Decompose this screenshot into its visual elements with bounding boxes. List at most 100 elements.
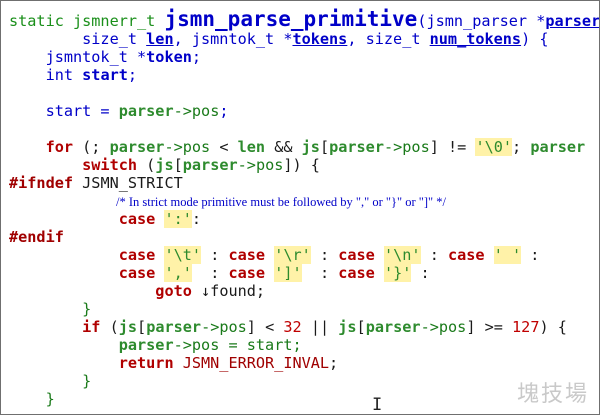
token: pos bbox=[438, 318, 467, 336]
code-line-13: #endif bbox=[9, 228, 64, 246]
token: [ bbox=[356, 318, 366, 336]
token: -> bbox=[383, 138, 403, 156]
token: pos bbox=[402, 138, 430, 156]
token: pos bbox=[191, 102, 220, 120]
token: static jsmnerr_t bbox=[9, 12, 156, 30]
token: js bbox=[338, 318, 357, 336]
param: len bbox=[146, 30, 174, 48]
token: pos bbox=[219, 318, 247, 336]
code-line-19: parser->pos = start; bbox=[9, 336, 302, 354]
token: parser bbox=[146, 318, 202, 336]
preprocessor: #ifndef bbox=[9, 174, 74, 192]
code-line-20: return JSMN_ERROR_INVAL; bbox=[9, 354, 338, 372]
string-literal: '\r' bbox=[274, 246, 311, 264]
comment: /* In strict mode primitive must be foll… bbox=[116, 195, 446, 209]
keyword: case bbox=[228, 264, 266, 282]
token: start bbox=[82, 66, 128, 84]
token: pos bbox=[182, 138, 211, 156]
keyword: switch bbox=[9, 156, 138, 174]
token: } bbox=[9, 300, 92, 318]
token: len bbox=[237, 138, 266, 156]
string-literal: '\0' bbox=[475, 138, 513, 156]
function-name: jsmn_parse_primitive bbox=[164, 7, 418, 31]
code-line-11: /* In strict mode primitive must be foll… bbox=[116, 193, 446, 209]
token: -> bbox=[173, 336, 192, 354]
token: parser bbox=[530, 138, 586, 156]
code-line-8: for (; parser->pos < len && js[parser->p… bbox=[9, 138, 585, 156]
code-line-16: goto ↓found; bbox=[9, 282, 265, 300]
token: ] < bbox=[246, 318, 284, 336]
code-line-3: jsmntok_t *token; bbox=[9, 48, 201, 66]
param: tokens bbox=[292, 30, 348, 48]
string-literal: '}' bbox=[383, 264, 412, 282]
token: : bbox=[201, 246, 229, 264]
code-line-4: int start; bbox=[9, 66, 137, 84]
token: , size_t bbox=[347, 30, 430, 48]
string-literal: ',' bbox=[164, 264, 192, 282]
token: [ bbox=[137, 318, 147, 336]
token: : bbox=[420, 246, 448, 264]
token: js bbox=[155, 156, 174, 174]
token: ; bbox=[512, 138, 531, 156]
keyword: case bbox=[447, 246, 485, 264]
token: ; bbox=[219, 102, 229, 120]
keyword: case bbox=[338, 246, 375, 264]
code-line-15: case ',' : case ']' : case '}' : bbox=[9, 264, 430, 282]
code-viewer: static jsmnerr_t jsmn_parse_primitive(js… bbox=[0, 0, 600, 415]
token: parser bbox=[118, 336, 174, 354]
code-line-18: if (js[parser->pos] < 32 || js[parser->p… bbox=[9, 318, 567, 336]
keyword: return bbox=[9, 354, 174, 372]
token: = start; bbox=[219, 336, 302, 354]
code-line-2: size_t len, jsmntok_t *tokens, size_t nu… bbox=[9, 30, 549, 48]
token: : bbox=[310, 246, 339, 264]
token: } bbox=[9, 390, 55, 408]
watermark-logo: 塊技場 bbox=[516, 382, 589, 407]
token: } bbox=[9, 372, 92, 390]
param: num_tokens bbox=[429, 30, 522, 48]
keyword: case bbox=[338, 264, 375, 282]
token: ( bbox=[137, 156, 156, 174]
token: ) { bbox=[521, 30, 549, 48]
code-line-22: } bbox=[9, 390, 55, 408]
string-literal: '\n' bbox=[383, 246, 421, 264]
text-cursor-icon: I bbox=[372, 395, 383, 415]
token: js bbox=[118, 318, 138, 336]
jump-arrow-icon: ↓ bbox=[191, 282, 211, 300]
macro: JSMN_ERROR_INVAL bbox=[173, 354, 330, 372]
keyword: goto bbox=[9, 282, 192, 300]
token: parser bbox=[118, 102, 174, 120]
token: || bbox=[301, 318, 339, 336]
token: : bbox=[411, 264, 430, 282]
token: : bbox=[521, 246, 540, 264]
string-literal: ':' bbox=[164, 210, 192, 228]
string-literal: '\t' bbox=[164, 246, 202, 264]
token: (jsmn_parser * bbox=[417, 12, 546, 30]
token: -> bbox=[420, 318, 439, 336]
token: ; bbox=[127, 66, 138, 84]
string-literal: ']' bbox=[274, 264, 302, 282]
token: -> bbox=[237, 156, 256, 174]
token: ] != bbox=[429, 138, 476, 156]
preprocessor: #endif bbox=[9, 228, 64, 246]
token: [ bbox=[319, 138, 330, 156]
token: (; bbox=[73, 138, 110, 156]
token: -> bbox=[201, 318, 220, 336]
token: < bbox=[210, 138, 238, 156]
macro: JSMN_STRICT bbox=[73, 174, 183, 192]
code-line-1: static jsmnerr_t jsmn_parse_primitive(js… bbox=[9, 7, 599, 31]
token: ] >= bbox=[466, 318, 513, 336]
token: [ bbox=[173, 156, 183, 174]
keyword: if bbox=[9, 318, 101, 336]
keyword: case bbox=[9, 264, 156, 282]
code-line-14: case '\t' : case '\r' : case '\n' : case… bbox=[9, 246, 539, 264]
token: pos bbox=[191, 336, 220, 354]
token: ]) { bbox=[283, 156, 320, 174]
code-line-6: start = parser->pos; bbox=[9, 102, 229, 120]
label: found; bbox=[210, 282, 266, 300]
token: js bbox=[301, 138, 320, 156]
keyword: case bbox=[9, 210, 156, 228]
token: ( bbox=[100, 318, 119, 336]
token: ) { bbox=[539, 318, 567, 336]
token: parser bbox=[365, 318, 421, 336]
code-line-17: } bbox=[9, 300, 91, 318]
